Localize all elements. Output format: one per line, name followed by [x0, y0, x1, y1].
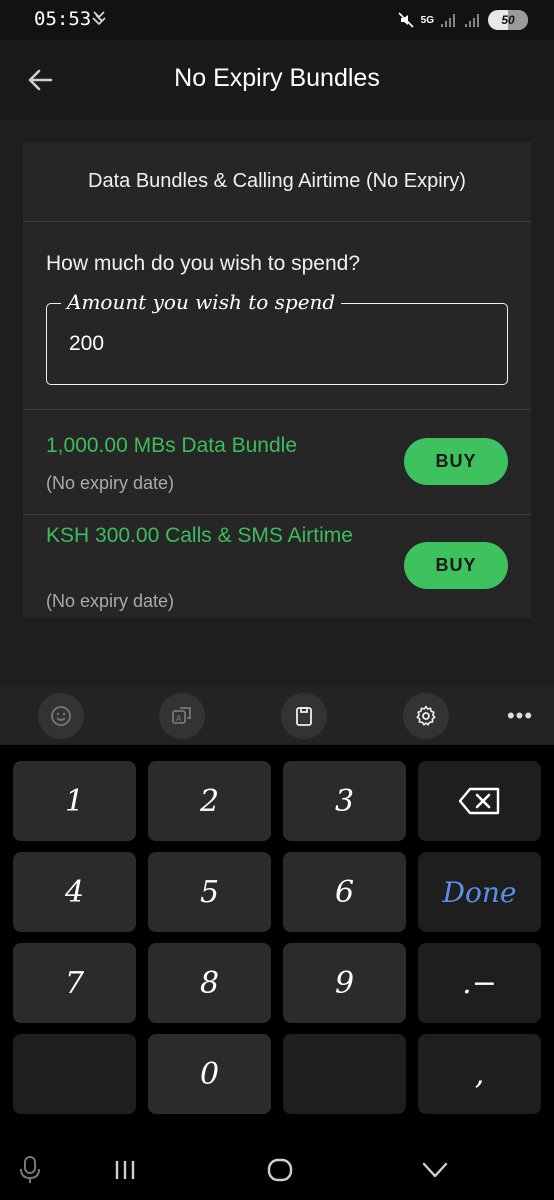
bundles-card: Data Bundles & Calling Airtime (No Expir… — [23, 142, 531, 618]
voice-input-button[interactable] — [14, 1154, 46, 1186]
key-7[interactable]: 7 — [13, 943, 136, 1023]
system-nav-bar — [0, 1140, 554, 1200]
offer-subtitle: (No expiry date) — [46, 591, 175, 611]
emoji-button[interactable] — [38, 693, 84, 739]
amount-input[interactable] — [69, 332, 469, 356]
hide-keyboard-button[interactable] — [418, 1154, 452, 1186]
buy-button[interactable]: BUY — [404, 438, 508, 485]
recent-apps-button[interactable] — [108, 1154, 142, 1186]
offer-title: 1,000.00 MBs Data Bundle — [46, 434, 297, 457]
key-5[interactable]: 5 — [148, 852, 271, 932]
microphone-icon — [20, 1156, 40, 1183]
battery-level: 50 — [501, 13, 515, 27]
key-6[interactable]: 6 — [283, 852, 406, 932]
done-key[interactable]: Done — [418, 852, 541, 932]
amount-field[interactable]: Amount you wish to spend — [46, 290, 508, 385]
status-icons: 5G 50 — [397, 9, 528, 31]
clipboard-button[interactable] — [281, 693, 327, 739]
offer-subtitle: (No expiry date) — [46, 473, 175, 493]
page-title: No Expiry Bundles — [174, 64, 380, 92]
divider — [23, 514, 531, 515]
mute-icon — [398, 12, 414, 28]
app-notification-icon — [92, 11, 106, 26]
home-icon — [267, 1158, 293, 1182]
chevron-down-icon — [422, 1162, 448, 1178]
status-bar: 05:53 5G 50 — [0, 0, 554, 40]
gear-icon — [416, 705, 436, 726]
key-2[interactable]: 2 — [148, 761, 271, 841]
divider — [23, 409, 531, 410]
offer-title: KSH 300.00 Calls & SMS Airtime — [46, 524, 353, 547]
backspace-icon — [458, 787, 499, 815]
spend-question: How much do you wish to spend? — [46, 252, 361, 275]
key-8[interactable]: 8 — [148, 943, 271, 1023]
amount-field-label: Amount you wish to spend — [61, 290, 342, 314]
buy-button[interactable]: BUY — [404, 542, 508, 589]
network-type-badge: 5G — [420, 14, 434, 26]
signal-icon — [441, 14, 455, 27]
app-bar: No Expiry Bundles — [0, 40, 554, 120]
key-1[interactable]: 1 — [13, 761, 136, 841]
more-options-icon[interactable]: ••• — [497, 693, 543, 739]
key-9[interactable]: 9 — [283, 943, 406, 1023]
home-button[interactable] — [263, 1154, 297, 1186]
blank-key — [13, 1034, 136, 1114]
card-header: Data Bundles & Calling Airtime (No Expir… — [23, 142, 531, 222]
backspace-key[interactable] — [418, 761, 541, 841]
keyboard-toolbar: A ••• — [0, 685, 554, 745]
numeric-keyboard: 1 2 3 4 5 6 Done 7 8 9 .− 0 , — [0, 745, 554, 1140]
translate-icon: A — [172, 707, 191, 724]
comma-key[interactable]: , — [418, 1034, 541, 1114]
key-3[interactable]: 3 — [283, 761, 406, 841]
status-time: 05:53 — [34, 8, 92, 30]
svg-text:A: A — [176, 714, 182, 723]
dot-dash-key[interactable]: .− — [418, 943, 541, 1023]
key-4[interactable]: 4 — [13, 852, 136, 932]
emoji-icon — [51, 706, 71, 726]
blank-key — [283, 1034, 406, 1114]
battery-icon: 50 — [488, 10, 528, 30]
translate-button[interactable]: A — [159, 693, 205, 739]
signal-icon-2 — [465, 14, 479, 27]
key-0[interactable]: 0 — [148, 1034, 271, 1114]
clipboard-icon — [296, 707, 312, 726]
settings-button[interactable] — [403, 693, 449, 739]
recent-apps-icon — [115, 1161, 135, 1179]
